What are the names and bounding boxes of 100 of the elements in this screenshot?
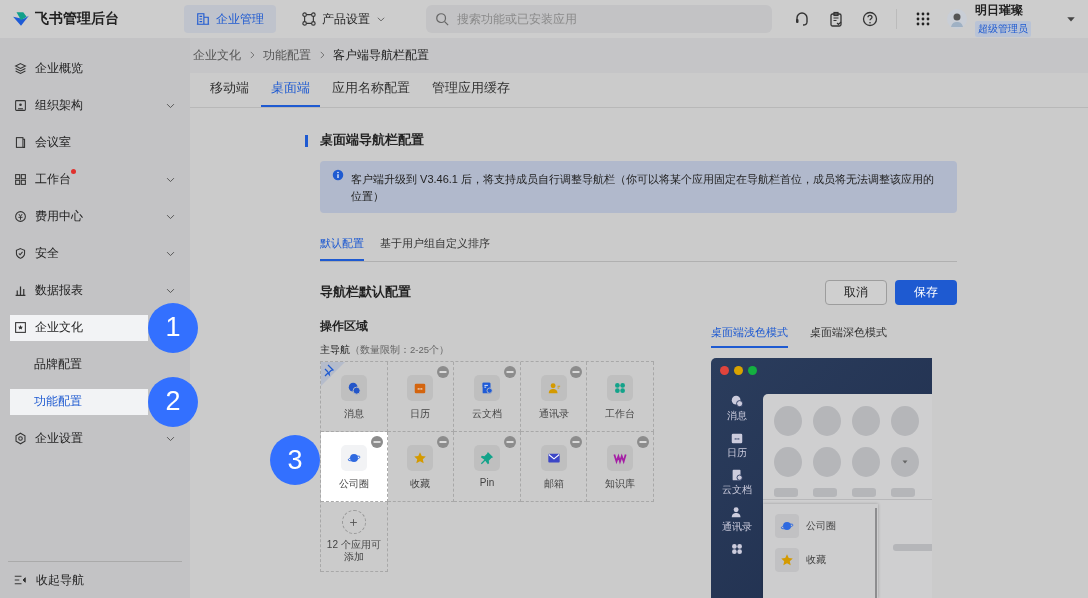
nodes-icon xyxy=(302,12,316,26)
app-label: 云文档 xyxy=(472,407,502,421)
top-nav-tab[interactable]: 产品设置 xyxy=(290,5,398,33)
nav-icon xyxy=(14,432,27,445)
calendar-icon xyxy=(413,381,428,395)
app-label: 邮箱 xyxy=(543,477,564,491)
collapse-nav-button[interactable]: 收起导航 xyxy=(8,561,182,598)
document-icon xyxy=(480,381,494,395)
placeholder-circle xyxy=(812,406,841,436)
window-controls-icon xyxy=(719,366,757,375)
preview-tab[interactable]: 桌面端浅色模式 xyxy=(710,325,788,348)
sidebar-item[interactable]: 功能配置 xyxy=(10,388,148,415)
placeholder-circle xyxy=(812,447,841,477)
app-label: 通讯录 xyxy=(538,407,569,421)
headset-icon xyxy=(794,11,810,27)
nav-icon xyxy=(14,210,27,223)
placeholder-circle xyxy=(851,447,880,477)
planet-icon xyxy=(346,451,361,465)
pin-icon xyxy=(480,451,494,465)
sidebar-item[interactable]: 企业概览 xyxy=(10,50,180,87)
contacts-icon xyxy=(546,381,561,395)
chat-icon xyxy=(729,394,744,408)
workspace-icon xyxy=(729,542,744,556)
help-icon xyxy=(862,11,878,27)
caret-icon xyxy=(1066,14,1076,24)
chat-icon xyxy=(346,381,361,395)
app-tile[interactable]: Pin xyxy=(454,432,521,502)
app-title: 飞书管理后台 xyxy=(35,10,119,28)
sidebar-item[interactable]: 会议室 xyxy=(10,124,180,161)
collapse-icon xyxy=(14,574,26,586)
nav-icon xyxy=(14,321,27,334)
app-label: 收藏 xyxy=(410,477,431,491)
remove-icon[interactable] xyxy=(503,366,516,378)
info-icon xyxy=(332,169,344,181)
sidebar-item[interactable]: 企业文化 xyxy=(10,314,148,341)
tab[interactable]: 应用名称配置 xyxy=(322,72,420,107)
apps-grid-icon xyxy=(915,11,931,27)
placeholder-circle xyxy=(773,447,802,477)
placeholder-bar xyxy=(890,488,915,497)
placeholder-bar xyxy=(773,488,798,497)
breadcrumb-item[interactable]: 企业文化 xyxy=(193,47,241,63)
app-label: Pin xyxy=(479,477,495,488)
app-tile[interactable]: 日历 xyxy=(387,362,455,432)
sub-tab[interactable]: 基于用户组自定义排序 xyxy=(380,231,490,261)
tab[interactable]: 桌面端 xyxy=(261,72,320,107)
nav-icon xyxy=(14,173,27,186)
nav-icon xyxy=(14,247,27,260)
user-name: 明日璀璨 xyxy=(975,1,1024,19)
preview-nav-label: 云文档 xyxy=(721,484,752,497)
mail-icon xyxy=(546,451,561,465)
app-tile[interactable]: 知识库 xyxy=(587,432,654,502)
preview-nav-label: 日历 xyxy=(726,447,747,460)
role-tag: 超级管理员 xyxy=(975,20,1031,37)
star-icon xyxy=(413,451,428,465)
app-tile[interactable]: 消息 xyxy=(321,362,388,432)
nav-icon xyxy=(14,284,27,297)
remove-icon[interactable] xyxy=(370,436,383,448)
app-label: 消息 xyxy=(343,407,364,421)
remove-icon[interactable] xyxy=(437,366,450,378)
save-button[interactable]: 保存 xyxy=(895,280,957,305)
placeholder-circle xyxy=(773,406,802,436)
app-tile[interactable]: 收藏 xyxy=(387,432,455,502)
info-notice: 客户端升级到 V3.46.1 后，将支持成员自行调整导航栏（你可以将某个应用固定在导航栏首位，成员将无法调整该应用的位置） xyxy=(320,161,957,213)
caret-icon xyxy=(900,458,909,466)
placeholder-circle xyxy=(890,406,919,436)
add-hint: 12 个应用可添加 xyxy=(325,539,382,563)
remove-icon[interactable] xyxy=(636,436,649,448)
top-nav-tab[interactable]: 企业管理 xyxy=(184,5,276,33)
sidebar-item[interactable]: 费用中心 xyxy=(10,198,180,235)
search-icon xyxy=(435,12,449,26)
app-label: 工作台 xyxy=(605,407,636,421)
placeholder-bar xyxy=(851,488,876,497)
remove-icon[interactable] xyxy=(570,436,583,448)
cancel-button[interactable]: 取消 xyxy=(825,280,887,305)
chevron-right-icon xyxy=(247,50,257,61)
placeholder-bar xyxy=(892,544,932,551)
sidebar-item[interactable]: 组织架构 xyxy=(10,87,180,124)
tab[interactable]: 管理应用缓存 xyxy=(422,72,520,107)
remove-icon[interactable] xyxy=(570,366,583,378)
preview-menu-label: 收藏 xyxy=(805,553,826,567)
app-tile[interactable]: 邮箱 xyxy=(520,432,588,502)
breadcrumb-item: 客户端导航栏配置 xyxy=(333,47,429,63)
preview-tab[interactable]: 桌面端深色模式 xyxy=(809,325,887,348)
planet-icon xyxy=(779,519,794,533)
nav-icon xyxy=(14,99,27,112)
breadcrumb-item[interactable]: 功能配置 xyxy=(263,47,311,63)
preview-nav-label: 通讯录 xyxy=(721,521,752,534)
app-tile[interactable]: 工作台 xyxy=(587,362,654,432)
app-tile[interactable]: 公司圈 xyxy=(321,432,388,502)
sub-tab[interactable]: 默认配置 xyxy=(320,231,364,261)
tab[interactable]: 移动端 xyxy=(200,72,259,107)
remove-icon[interactable] xyxy=(503,436,516,448)
sidebar-item[interactable]: 安全 xyxy=(10,235,180,272)
app-label: 知识库 xyxy=(605,477,636,491)
remove-icon[interactable] xyxy=(437,436,450,448)
clipboard-icon xyxy=(828,11,844,27)
app-tile[interactable]: 通讯录 xyxy=(520,362,588,432)
app-tile[interactable]: 云文档 xyxy=(454,362,521,432)
sidebar-item[interactable]: 工作台 xyxy=(10,161,180,198)
step-badge: 3 xyxy=(270,435,320,485)
